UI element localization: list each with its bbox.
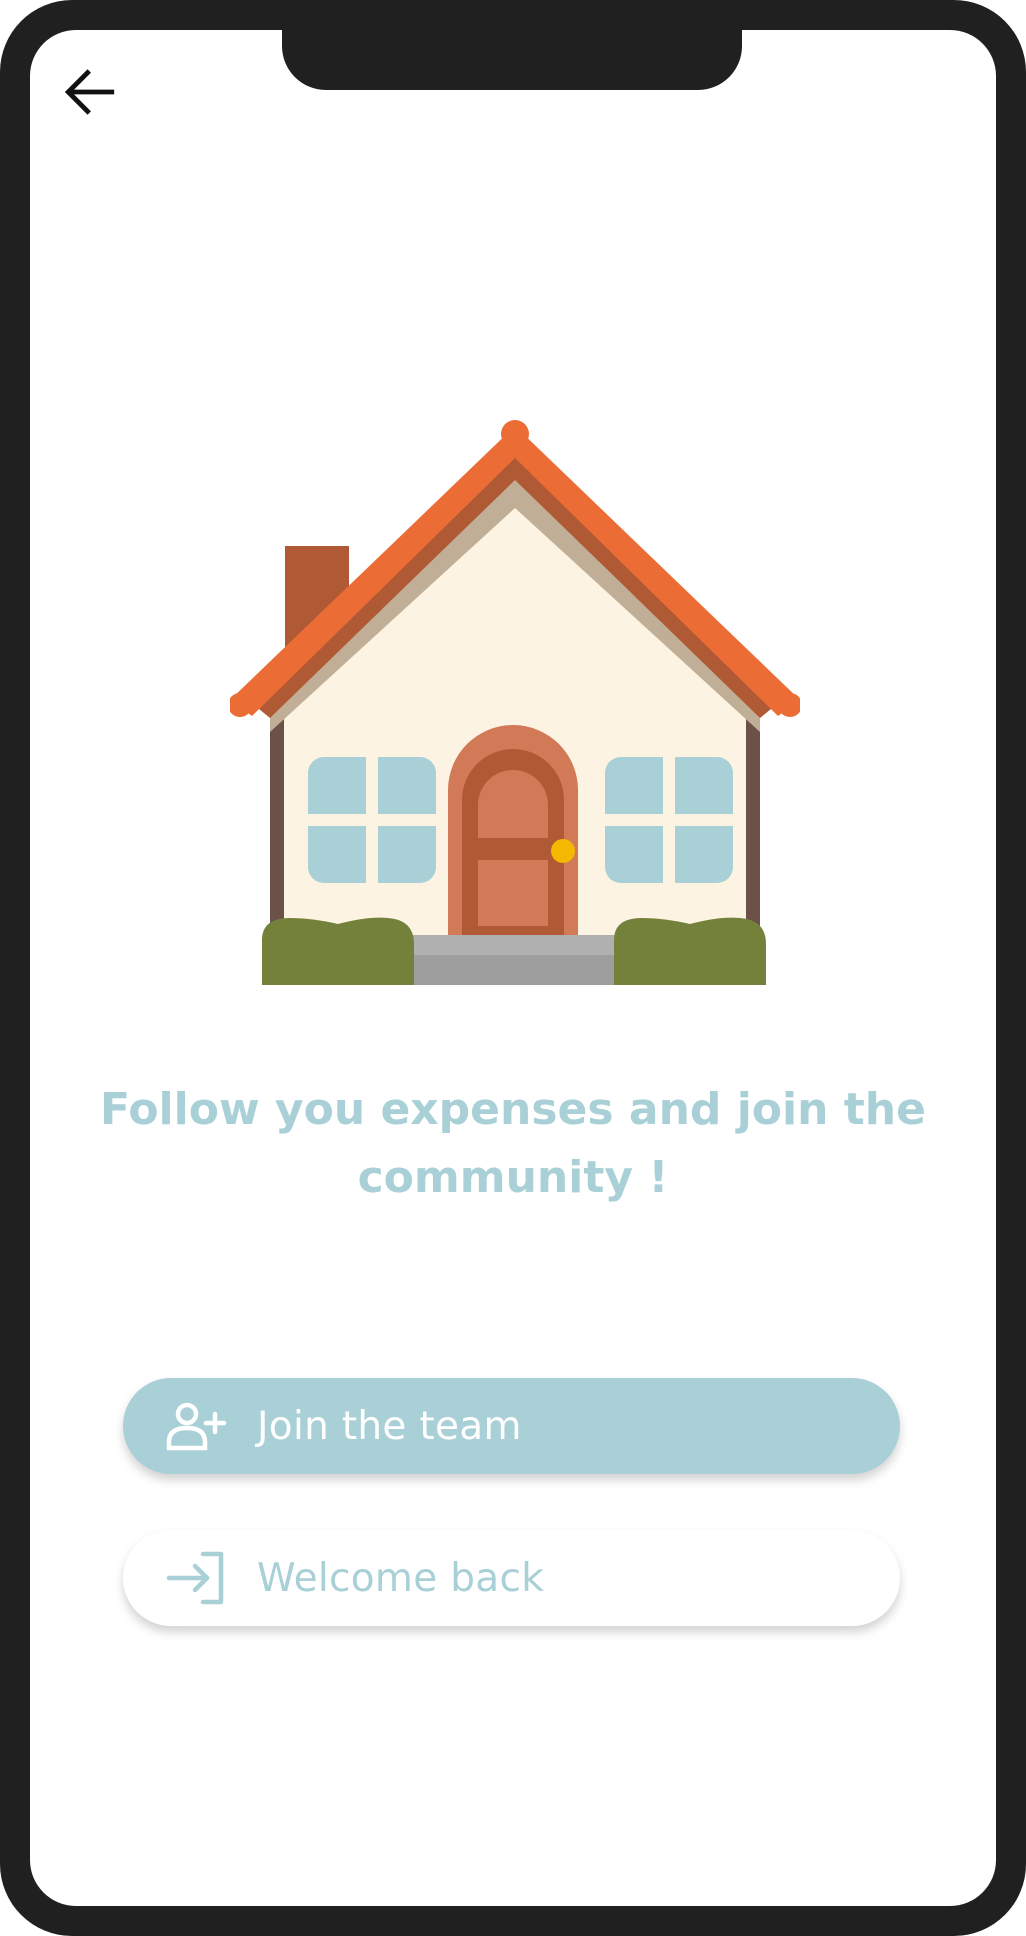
join-team-button[interactable]: Join the team (123, 1378, 900, 1474)
house-icon (230, 420, 800, 985)
login-icon (163, 1550, 229, 1606)
device-notch (282, 30, 742, 90)
user-plus-icon (163, 1398, 229, 1454)
welcome-back-label: Welcome back (257, 1555, 545, 1601)
arrow-left-icon (64, 69, 115, 115)
app-screen: Follow you expenses and join the communi… (30, 30, 996, 1906)
page-headline: Follow you expenses and join the communi… (100, 1084, 926, 1203)
phone-frame: Follow you expenses and join the communi… (0, 0, 1026, 1936)
join-team-label: Join the team (257, 1403, 522, 1449)
back-button[interactable] (58, 60, 122, 124)
welcome-back-button[interactable]: Welcome back (123, 1530, 900, 1626)
